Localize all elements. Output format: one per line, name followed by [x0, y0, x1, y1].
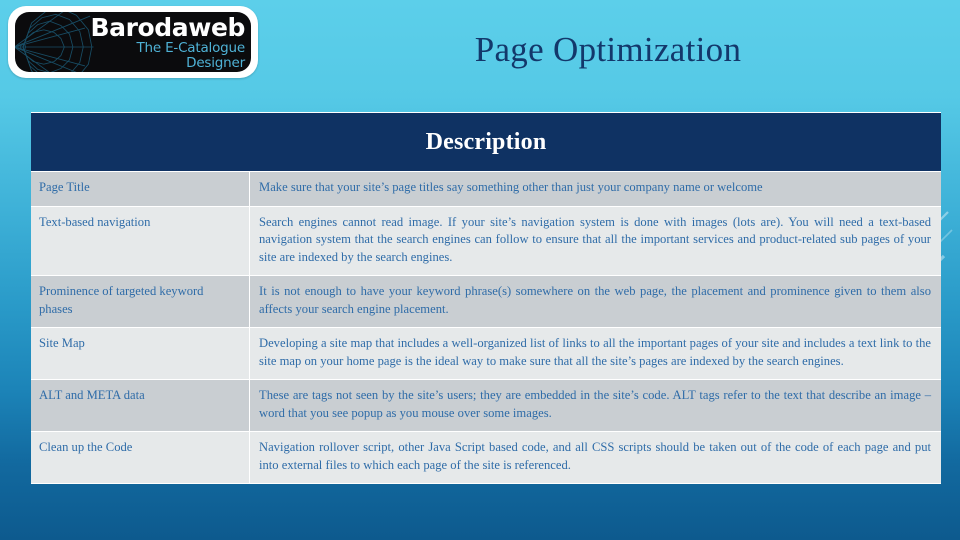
- row-label: Site Map: [31, 328, 250, 379]
- logo-services-line: Internet - Intranet - Extranet Solutions: [75, 71, 245, 72]
- row-description: These are tags not seen by the site’s us…: [250, 380, 941, 431]
- slide-canvas: Barodaweb The E-Catalogue Designer Inter…: [0, 0, 960, 540]
- table-row: Prominence of targeted keyword phases It…: [31, 276, 941, 327]
- logo-company-name: Barodaweb: [90, 13, 245, 42]
- optimization-table: Description Page Title Make sure that yo…: [31, 112, 941, 484]
- row-description: Navigation rollover script, other Java S…: [250, 432, 941, 483]
- table-row: Page Title Make sure that your site’s pa…: [31, 172, 941, 206]
- row-description: Make sure that your site’s page titles s…: [250, 172, 941, 206]
- row-description: Search engines cannot read image. If you…: [250, 206, 941, 275]
- row-label: Clean up the Code: [31, 432, 250, 483]
- row-label: Text-based navigation: [31, 206, 250, 275]
- table-body: Page Title Make sure that your site’s pa…: [31, 172, 941, 483]
- row-label: Prominence of targeted keyword phases: [31, 276, 250, 327]
- row-description: Developing a site map that includes a we…: [250, 328, 941, 379]
- table-header-description: Description: [31, 113, 941, 171]
- row-label: ALT and META data: [31, 380, 250, 431]
- company-logo: Barodaweb The E-Catalogue Designer Inter…: [8, 6, 258, 78]
- table-row: Text-based navigation Search engines can…: [31, 206, 941, 275]
- logo-tagline: The E-Catalogue Designer: [136, 40, 245, 71]
- row-label: Page Title: [31, 172, 250, 206]
- table-row: Site Map Developing a site map that incl…: [31, 328, 941, 379]
- table-row: ALT and META data These are tags not see…: [31, 380, 941, 431]
- row-description: It is not enough to have your keyword ph…: [250, 276, 941, 327]
- logo-plate: Barodaweb The E-Catalogue Designer Inter…: [15, 12, 251, 72]
- table-row: Clean up the Code Navigation rollover sc…: [31, 432, 941, 483]
- table-header-row: Description: [31, 113, 941, 171]
- page-title: Page Optimization: [474, 30, 742, 69]
